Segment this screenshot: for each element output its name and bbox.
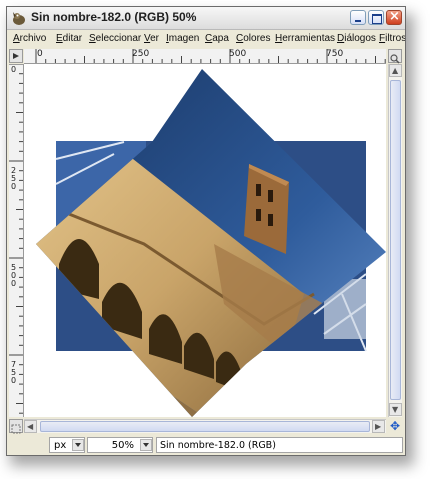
maximize-button[interactable] bbox=[368, 10, 384, 25]
minimize-icon bbox=[355, 20, 361, 22]
image-window: Sin nombre-182.0 (RGB) 50% × Archivo Edi… bbox=[6, 6, 406, 456]
navigate-cross-icon: ✥ bbox=[389, 419, 401, 433]
menu-ver[interactable]: Ver bbox=[144, 33, 159, 44]
scroll-up-button[interactable]: ▲ bbox=[389, 64, 402, 77]
horizontal-scrollbar[interactable]: ◀ ▶ bbox=[24, 419, 386, 433]
unit-value: px bbox=[54, 440, 67, 451]
vruler-label-750: 750 bbox=[11, 360, 17, 385]
close-button[interactable]: × bbox=[386, 9, 402, 25]
hruler-label-250: 250 bbox=[132, 49, 150, 59]
arrow-down-icon: ▼ bbox=[392, 405, 399, 414]
vruler-label-0: 0 bbox=[11, 65, 17, 74]
unit-selector[interactable]: px bbox=[49, 437, 85, 453]
image-canvas[interactable] bbox=[24, 64, 386, 417]
scroll-left-button[interactable]: ◀ bbox=[24, 420, 37, 433]
zoom-button[interactable] bbox=[388, 49, 402, 64]
status-bar: px 50% Sin nombre-182.0 (RGB) bbox=[7, 435, 405, 455]
hruler-label-0: 0 bbox=[37, 49, 43, 59]
zoom-value: 50% bbox=[111, 440, 134, 451]
vertical-scroll-thumb[interactable] bbox=[390, 80, 401, 400]
gimp-wilber-icon bbox=[13, 12, 25, 25]
scroll-down-button[interactable]: ▼ bbox=[389, 403, 402, 416]
minimize-button[interactable] bbox=[350, 10, 366, 25]
chevron-down-icon bbox=[140, 439, 152, 451]
hruler-label-500: 500 bbox=[229, 49, 247, 59]
ruler-menu-button[interactable] bbox=[9, 49, 23, 63]
menu-editar[interactable]: Editar bbox=[56, 33, 82, 44]
title-bar[interactable]: Sin nombre-182.0 (RGB) 50% × bbox=[7, 7, 405, 30]
quick-mask-toggle[interactable] bbox=[9, 419, 23, 434]
hruler-label-750: 750 bbox=[326, 49, 344, 59]
menu-seleccionar[interactable]: Seleccionar bbox=[89, 33, 141, 44]
vruler-label-250: 250 bbox=[11, 166, 17, 191]
quick-mask-icon bbox=[11, 424, 21, 434]
menu-imagen[interactable]: Imagen bbox=[166, 33, 199, 44]
menu-colores[interactable]: Colores bbox=[236, 33, 270, 44]
navigate-button[interactable]: ✥ bbox=[388, 419, 402, 433]
vertical-scrollbar[interactable]: ▲ ▼ bbox=[388, 64, 402, 417]
horizontal-ruler[interactable]: 0 250 500 750 bbox=[24, 49, 386, 64]
scroll-right-button[interactable]: ▶ bbox=[372, 420, 385, 433]
close-icon: × bbox=[389, 9, 400, 24]
chevron-down-icon bbox=[72, 439, 84, 451]
zoom-selector[interactable]: 50% bbox=[87, 437, 153, 453]
vertical-ruler[interactable]: 0 250 500 750 bbox=[9, 64, 24, 417]
vruler-label-500: 500 bbox=[11, 263, 17, 288]
window-title: Sin nombre-182.0 (RGB) 50% bbox=[31, 10, 197, 24]
maximize-icon bbox=[372, 14, 382, 24]
menu-archivo[interactable]: Archivo bbox=[13, 33, 46, 44]
image-info: Sin nombre-182.0 (RGB) bbox=[156, 437, 403, 453]
menu-capa[interactable]: Capa bbox=[205, 33, 229, 44]
image-info-text: Sin nombre-182.0 (RGB) bbox=[160, 440, 276, 451]
menu-arrow-icon bbox=[13, 53, 19, 59]
menu-herramientas[interactable]: Herramientas bbox=[275, 33, 335, 44]
menu-bar: Archivo Editar Seleccionar Ver Imagen Ca… bbox=[7, 30, 405, 48]
arrow-up-icon: ▲ bbox=[392, 66, 399, 75]
arrow-left-icon: ◀ bbox=[27, 422, 34, 431]
menu-dialogos[interactable]: Diálogos bbox=[337, 33, 376, 44]
arrow-right-icon: ▶ bbox=[375, 422, 382, 431]
rotated-church-photo bbox=[36, 69, 386, 417]
horizontal-scroll-thumb[interactable] bbox=[40, 421, 370, 432]
menu-filtros[interactable]: Filtros bbox=[379, 33, 405, 44]
